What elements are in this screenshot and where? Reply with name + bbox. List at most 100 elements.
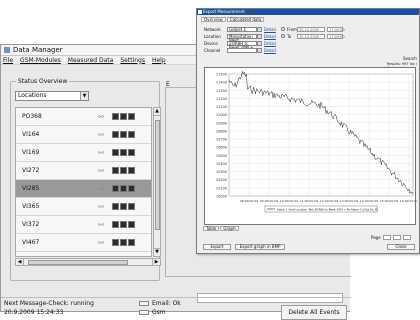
link-icon[interactable]: ⚯ xyxy=(98,221,104,229)
from-radio[interactable] xyxy=(281,27,285,31)
link-icon[interactable]: ⚯ xyxy=(98,167,104,175)
status-icons xyxy=(112,149,135,156)
to-date-field[interactable]: 30.10.2009 xyxy=(297,34,325,39)
page-number-field[interactable] xyxy=(392,235,401,240)
chevron-down-icon[interactable] xyxy=(257,27,262,32)
status-icon[interactable] xyxy=(120,221,127,228)
search-button[interactable]: Search xyxy=(403,56,417,61)
link-icon[interactable]: ⚯ xyxy=(98,257,104,258)
status-icon[interactable] xyxy=(112,131,119,138)
channel-label: Channel xyxy=(204,48,221,53)
vertical-scrollbar[interactable]: ▲ ▼ xyxy=(153,107,161,257)
chevron-down-icon[interactable] xyxy=(257,41,262,46)
location-select[interactable]: Messstation West xyxy=(227,34,257,43)
menu-settings[interactable]: Settings xyxy=(120,57,145,64)
to-time-field[interactable]: 17:00:00 xyxy=(327,34,345,39)
page-navigator: Page xyxy=(371,235,411,240)
to-radio[interactable] xyxy=(281,34,285,38)
link-icon[interactable]: ⚯ xyxy=(98,239,104,247)
scroll-thumb[interactable] xyxy=(155,120,160,230)
table-row[interactable]: VI372 ⚯ xyxy=(16,216,151,234)
status-icon[interactable] xyxy=(112,149,119,156)
scroll-right-icon[interactable]: ▶ xyxy=(152,259,160,265)
from-date-field[interactable]: 30.10.2009 xyxy=(297,27,325,32)
status-icon[interactable] xyxy=(128,203,135,210)
link-icon[interactable]: ⚯ xyxy=(98,149,104,157)
status-icon[interactable] xyxy=(120,203,127,210)
chevron-down-icon[interactable] xyxy=(257,34,262,39)
scroll-down-icon[interactable]: ▼ xyxy=(154,248,160,256)
export-graph-button[interactable]: Export graph in BMP xyxy=(235,244,285,250)
status-icon[interactable] xyxy=(112,113,119,120)
table-row[interactable]: VI272 ⚯ xyxy=(16,162,151,180)
status-icon[interactable] xyxy=(120,131,127,138)
page-next-button[interactable] xyxy=(402,235,411,240)
export-button[interactable]: Export xyxy=(203,244,231,250)
status-icon[interactable] xyxy=(120,113,127,120)
table-row[interactable]: VI471⚯ xyxy=(16,252,151,258)
x-tick-label: 08:00:00 09 xyxy=(240,199,258,203)
link-icon[interactable]: ⚯ xyxy=(98,131,104,139)
table-row[interactable]: VI169 ⚯ xyxy=(16,144,151,162)
menu-help[interactable]: Help xyxy=(152,57,166,64)
status-icon[interactable] xyxy=(112,221,119,228)
chevron-down-icon[interactable]: ▼ xyxy=(80,92,88,100)
status-icon[interactable] xyxy=(112,203,119,210)
table-row[interactable]: PO368 ⚯ xyxy=(16,108,151,126)
tab-table[interactable]: Table xyxy=(203,226,220,231)
locations-select[interactable]: Locations ▼ xyxy=(15,91,89,101)
status-icon[interactable] xyxy=(128,131,135,138)
menu-file[interactable]: File xyxy=(3,57,13,64)
channel-detail-link[interactable]: Detail xyxy=(264,48,276,53)
y-tick-label: 10200 xyxy=(216,178,227,182)
menu-measured-data[interactable]: Measured Data xyxy=(68,57,114,64)
status-icon[interactable] xyxy=(112,167,119,174)
link-icon[interactable]: ⚯ xyxy=(98,203,104,211)
location-detail-link[interactable]: Detail xyxy=(264,34,276,39)
from-time-field[interactable]: 17:00:00 xyxy=(327,27,345,32)
close-button[interactable]: Close xyxy=(387,244,415,250)
y-tick-label: 10600 xyxy=(216,146,227,150)
view-tabs: Table Graph xyxy=(203,226,239,231)
channel-select[interactable] xyxy=(227,48,257,53)
status-icon[interactable] xyxy=(128,113,135,120)
device-detail-link[interactable]: Detail xyxy=(264,41,276,46)
tab-calculated-data[interactable]: Calculated data xyxy=(226,17,265,22)
link-icon[interactable]: ⚯ xyxy=(98,113,104,121)
status-icon[interactable] xyxy=(128,149,135,156)
device-select[interactable]: ZOR8H Is Bewt 20M + Pe xyxy=(227,41,257,54)
status-icon[interactable] xyxy=(128,221,135,228)
tab-overview[interactable]: Overview xyxy=(201,17,226,22)
table-row[interactable]: VI285 ⚯ xyxy=(16,180,151,198)
status-icon[interactable] xyxy=(128,239,135,246)
menu-gsm-modules[interactable]: GSM-Modules xyxy=(20,57,61,64)
table-row[interactable]: VI365 ⚯ xyxy=(16,198,151,216)
tab-graph[interactable]: Graph xyxy=(220,226,239,231)
status-icon[interactable] xyxy=(112,239,119,246)
chevron-down-icon[interactable] xyxy=(257,48,262,53)
status-icon[interactable] xyxy=(120,167,127,174)
y-tick-label: 11500 xyxy=(216,73,227,77)
scroll-left-icon[interactable]: ◀ xyxy=(16,259,24,265)
hscroll-thumb[interactable] xyxy=(28,260,128,265)
location-name: VI169 xyxy=(22,149,40,156)
status-icon[interactable] xyxy=(112,185,119,192)
y-tick-label: 11400 xyxy=(216,81,227,85)
network-detail-link[interactable]: Detail xyxy=(264,27,276,32)
status-icon[interactable] xyxy=(128,185,135,192)
table-row[interactable]: VI164 ⚯ xyxy=(16,126,151,144)
table-row[interactable]: VI467 ⚯ xyxy=(16,234,151,252)
network-select[interactable]: Gebiet 1 xyxy=(227,27,257,32)
horizontal-scrollbar[interactable]: ◀ ▶ xyxy=(15,258,161,266)
page-prev-button[interactable] xyxy=(382,235,391,240)
from-label: From xyxy=(287,27,297,32)
scroll-up-icon[interactable]: ▲ xyxy=(154,108,160,116)
y-tick-label: 10900 xyxy=(216,121,227,125)
status-icon[interactable] xyxy=(120,149,127,156)
y-tick-label: 10300 xyxy=(216,170,227,174)
status-icon[interactable] xyxy=(128,167,135,174)
link-icon[interactable]: ⚯ xyxy=(98,185,104,193)
status-icon[interactable] xyxy=(120,239,127,246)
gsm-status: Gsm xyxy=(152,309,166,316)
status-icon[interactable] xyxy=(120,185,127,192)
